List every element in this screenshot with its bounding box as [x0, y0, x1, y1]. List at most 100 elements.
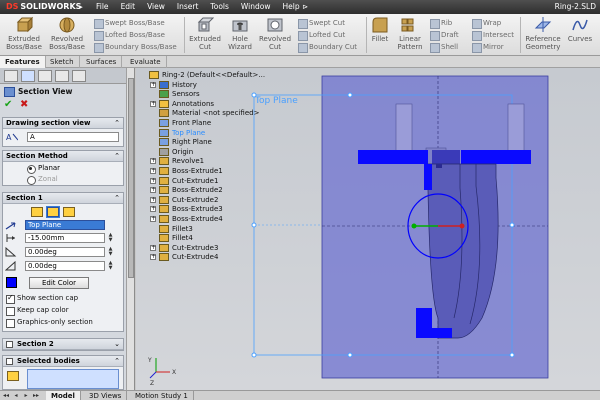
group-header[interactable]: Section Method ⌃ — [3, 151, 123, 162]
hole-wizard-button[interactable]: Hole Wizard — [224, 16, 256, 54]
expand-toggle-icon[interactable]: + — [150, 168, 156, 174]
curves-button[interactable]: Curves — [566, 16, 594, 54]
reference-geometry-button[interactable]: Reference Geometry — [522, 16, 564, 54]
boundary-cut-button[interactable]: Boundary Cut — [298, 42, 357, 53]
menu-pin-icon[interactable]: ⊳ — [300, 2, 310, 12]
group-header[interactable]: Drawing section view ⌃ — [3, 118, 123, 129]
triad-green-handle[interactable] — [411, 223, 417, 229]
edit-color-button[interactable]: Edit Color — [29, 277, 89, 289]
tab-evaluate[interactable]: Evaluate — [125, 56, 167, 68]
show-section-cap-checkbox[interactable]: Show section cap — [6, 293, 78, 304]
dimxpert-tab-icon[interactable] — [55, 70, 69, 82]
lofted-boss-button[interactable]: Lofted Boss/Base — [94, 30, 165, 41]
feature-manager-tab-icon[interactable] — [4, 70, 18, 82]
tree-item-label: Ring-2 (Default<<Default>... — [162, 71, 266, 79]
right-plane-toggle-icon[interactable] — [63, 207, 75, 217]
boundary-boss-button[interactable]: Boundary Boss/Base — [94, 42, 177, 53]
rib-button[interactable]: Rib — [430, 18, 452, 29]
fillet-button[interactable]: Fillet — [368, 16, 392, 54]
selected-bodies-list[interactable] — [27, 369, 119, 389]
solidworks-logo[interactable]: DS SOLIDWORKS — [2, 1, 85, 13]
y-rotation-field[interactable]: 0.00deg — [25, 261, 105, 271]
revolved-cut-button[interactable]: Revolved Cut — [258, 16, 292, 54]
tab-sketch[interactable]: Sketch — [45, 56, 80, 68]
top-plane-toggle-icon[interactable] — [46, 206, 60, 218]
menu-tools[interactable]: Tools — [204, 0, 234, 14]
configuration-manager-tab-icon[interactable] — [38, 70, 52, 82]
reverse-direction-icon[interactable] — [5, 221, 17, 231]
last-tab-icon[interactable]: ▸▸ — [32, 392, 40, 400]
tab-motion-study[interactable]: Motion Study 1 — [130, 391, 194, 400]
x-rotation-field[interactable]: 0.00deg — [25, 247, 105, 257]
first-tab-icon[interactable]: ◂◂ — [2, 392, 10, 400]
linear-pattern-button[interactable]: Linear Pattern — [394, 16, 426, 54]
keep-cap-color-checkbox[interactable]: Keep cap color — [6, 306, 69, 316]
wrap-button[interactable]: Wrap — [472, 18, 501, 29]
swept-cut-button[interactable]: Swept Cut — [298, 18, 345, 29]
offset-distance-field[interactable]: -15.00mm — [25, 233, 105, 243]
graphics-only-section-checkbox[interactable]: Graphics-only section — [6, 318, 93, 328]
tab-surfaces[interactable]: Surfaces — [81, 56, 123, 68]
expand-toggle-icon[interactable]: + — [150, 244, 156, 251]
expand-toggle-icon[interactable]: + — [150, 177, 156, 184]
expand-toggle-icon[interactable]: + — [150, 158, 156, 165]
menu-insert[interactable]: Insert — [171, 0, 205, 14]
expand-toggle-icon[interactable]: + — [150, 81, 156, 88]
property-manager-scrollbar[interactable] — [126, 68, 134, 390]
tab-model[interactable]: Model — [46, 391, 81, 400]
swept-boss-button[interactable]: Swept Boss/Base — [94, 18, 165, 29]
section-2-checkbox[interactable] — [6, 341, 13, 348]
offset-spin-icon[interactable]: ▲ ▼ — [107, 233, 114, 243]
expand-toggle-icon[interactable]: + — [150, 196, 156, 203]
menu-expand-arrow-icon[interactable]: ▸ — [76, 2, 86, 12]
tab-features[interactable]: Features — [0, 56, 46, 68]
front-plane-toggle-icon[interactable] — [31, 207, 43, 217]
intersect-button[interactable]: Intersect — [472, 30, 514, 41]
ok-checkmark-icon[interactable]: ✔ — [4, 100, 12, 110]
display-manager-tab-icon[interactable] — [72, 70, 86, 82]
zonal-radio[interactable]: Zonal — [27, 175, 58, 185]
title-bar: DS SOLIDWORKS ▸ File Edit View Insert Too… — [0, 0, 600, 14]
expand-toggle-icon[interactable]: + — [150, 187, 156, 194]
section-plane-field[interactable]: Top Plane — [25, 220, 105, 230]
prev-tab-icon[interactable]: ◂ — [12, 392, 20, 400]
feature-icon — [159, 243, 169, 252]
shell-button[interactable]: Shell — [430, 42, 458, 53]
plane-handle[interactable] — [347, 92, 353, 98]
extruded-boss-button[interactable]: Extruded Boss/Base — [4, 16, 44, 54]
property-manager-tab-icon[interactable] — [21, 70, 35, 82]
expand-toggle-icon[interactable]: + — [150, 206, 156, 213]
plane-handle[interactable] — [347, 352, 353, 358]
expand-toggle-icon[interactable]: + — [150, 254, 156, 261]
cancel-x-icon[interactable]: ✖ — [20, 100, 28, 110]
group-header[interactable]: Section 1 ⌃ — [3, 193, 123, 204]
selected-bodies-checkbox[interactable] — [6, 358, 13, 365]
menu-edit[interactable]: Edit — [115, 0, 142, 14]
curves-icon — [572, 19, 588, 31]
plane-handle[interactable] — [509, 222, 515, 228]
mirror-button[interactable]: Mirror — [472, 42, 504, 53]
section-1-group: Section 1 ⌃ Top Plane -15.00mm ▲ ▼ 0.00deg… — [2, 192, 124, 332]
expand-toggle-icon[interactable]: + — [150, 216, 156, 222]
lofted-cut-button[interactable]: Lofted Cut — [298, 30, 345, 41]
menu-file[interactable]: File — [90, 0, 115, 14]
plane-handle[interactable] — [509, 352, 515, 358]
plane-handle[interactable] — [251, 352, 257, 358]
revolved-boss-button[interactable]: Revolved Boss/Base — [46, 16, 88, 54]
x-rotation-spin-icon[interactable]: ▲ ▼ — [107, 247, 114, 257]
group-header[interactable]: Selected bodies ⌃ — [3, 356, 123, 367]
menu-window[interactable]: Window — [235, 0, 277, 14]
next-tab-icon[interactable]: ▸ — [22, 392, 30, 400]
extruded-cut-button[interactable]: Extruded Cut — [188, 16, 222, 54]
draft-button[interactable]: Draft — [430, 30, 459, 41]
expand-toggle-icon[interactable]: + — [150, 100, 156, 107]
section-name-field[interactable]: A — [27, 132, 119, 142]
menu-view[interactable]: View — [141, 0, 171, 14]
y-rotation-spin-icon[interactable]: ▲ ▼ — [107, 261, 114, 271]
group-header[interactable]: Section 2 ⌄ — [3, 339, 123, 350]
drawing-section-view-group: Drawing section view ⌃ A A — [2, 117, 124, 147]
triad-red-handle[interactable] — [459, 223, 465, 229]
tab-3d-views[interactable]: 3D Views — [84, 391, 128, 400]
planar-radio[interactable]: Planar — [27, 164, 60, 174]
scrollbar-thumb[interactable] — [128, 78, 134, 278]
